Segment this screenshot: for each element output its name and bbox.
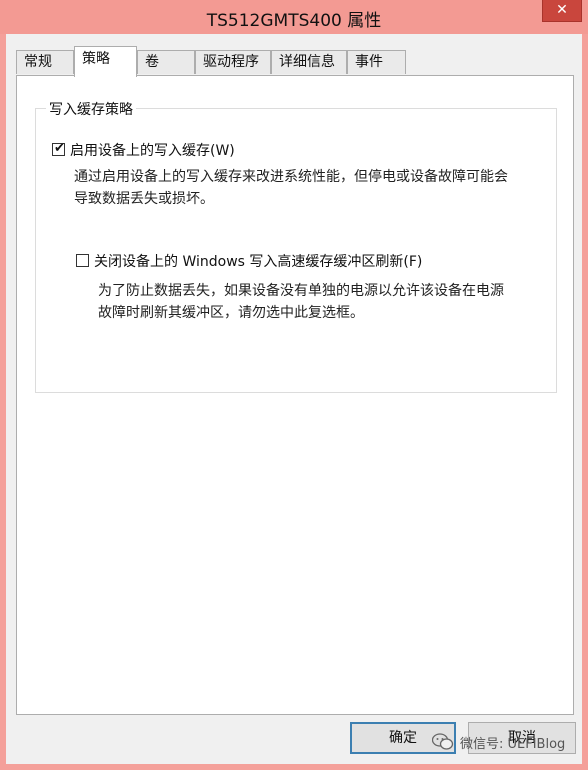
dialog-client-area: 常规 策略 卷 驱动程序 详细信息 事件 写入缓存策略 ✔ 启用设备上的写入缓存… xyxy=(6,34,582,764)
tab-policies[interactable]: 策略 xyxy=(74,46,137,77)
disable-buffer-flush-description-line2: 故障时刷新其缓冲区，请勿选中此复选框。 xyxy=(98,305,364,321)
enable-write-cache-label[interactable]: 启用设备上的写入缓存(W) xyxy=(70,140,235,160)
write-cache-policy-group: 写入缓存策略 ✔ 启用设备上的写入缓存(W) 通过启用设备上的写入缓存来改进系统… xyxy=(35,99,557,393)
tab-events[interactable]: 事件 xyxy=(347,50,406,74)
check-icon: ✔ xyxy=(54,141,65,156)
disable-buffer-flush-description-line1: 为了防止数据丢失，如果设备没有单独的电源以允许该设备在电源 xyxy=(98,283,504,299)
disable-buffer-flush-label[interactable]: 关闭设备上的 Windows 写入高速缓存缓冲区刷新(F) xyxy=(94,251,422,271)
group-label: 写入缓存策略 xyxy=(46,99,136,119)
watermark: 微信号: UEFIBlog xyxy=(431,731,566,753)
tab-driver[interactable]: 驱动程序 xyxy=(195,50,271,74)
wechat-icon xyxy=(431,733,454,751)
window-title: TS512GMTS400 属性 xyxy=(206,11,382,31)
disable-buffer-flush-checkbox[interactable] xyxy=(76,254,89,267)
enable-write-cache-description-line2: 导致数据丢失或损坏。 xyxy=(74,191,214,207)
watermark-text: 微信号: UEFIBlog xyxy=(460,736,566,752)
tab-general[interactable]: 常规 xyxy=(16,50,74,74)
close-icon: ✕ xyxy=(556,2,568,18)
tab-details[interactable]: 详细信息 xyxy=(271,50,347,74)
title-bar[interactable]: TS512GMTS400 属性 ✕ xyxy=(0,0,588,34)
properties-dialog: TS512GMTS400 属性 ✕ 常规 策略 卷 驱动程序 详细信息 事件 写… xyxy=(0,0,588,770)
tab-volumes[interactable]: 卷 xyxy=(137,50,195,74)
enable-write-cache-checkbox[interactable]: ✔ xyxy=(52,141,65,156)
policies-panel: 写入缓存策略 ✔ 启用设备上的写入缓存(W) 通过启用设备上的写入缓存来改进系统… xyxy=(16,75,574,715)
close-button[interactable]: ✕ xyxy=(542,0,582,22)
enable-write-cache-description-line1: 通过启用设备上的写入缓存来改进系统性能，但停电或设备故障可能会 xyxy=(74,169,508,185)
